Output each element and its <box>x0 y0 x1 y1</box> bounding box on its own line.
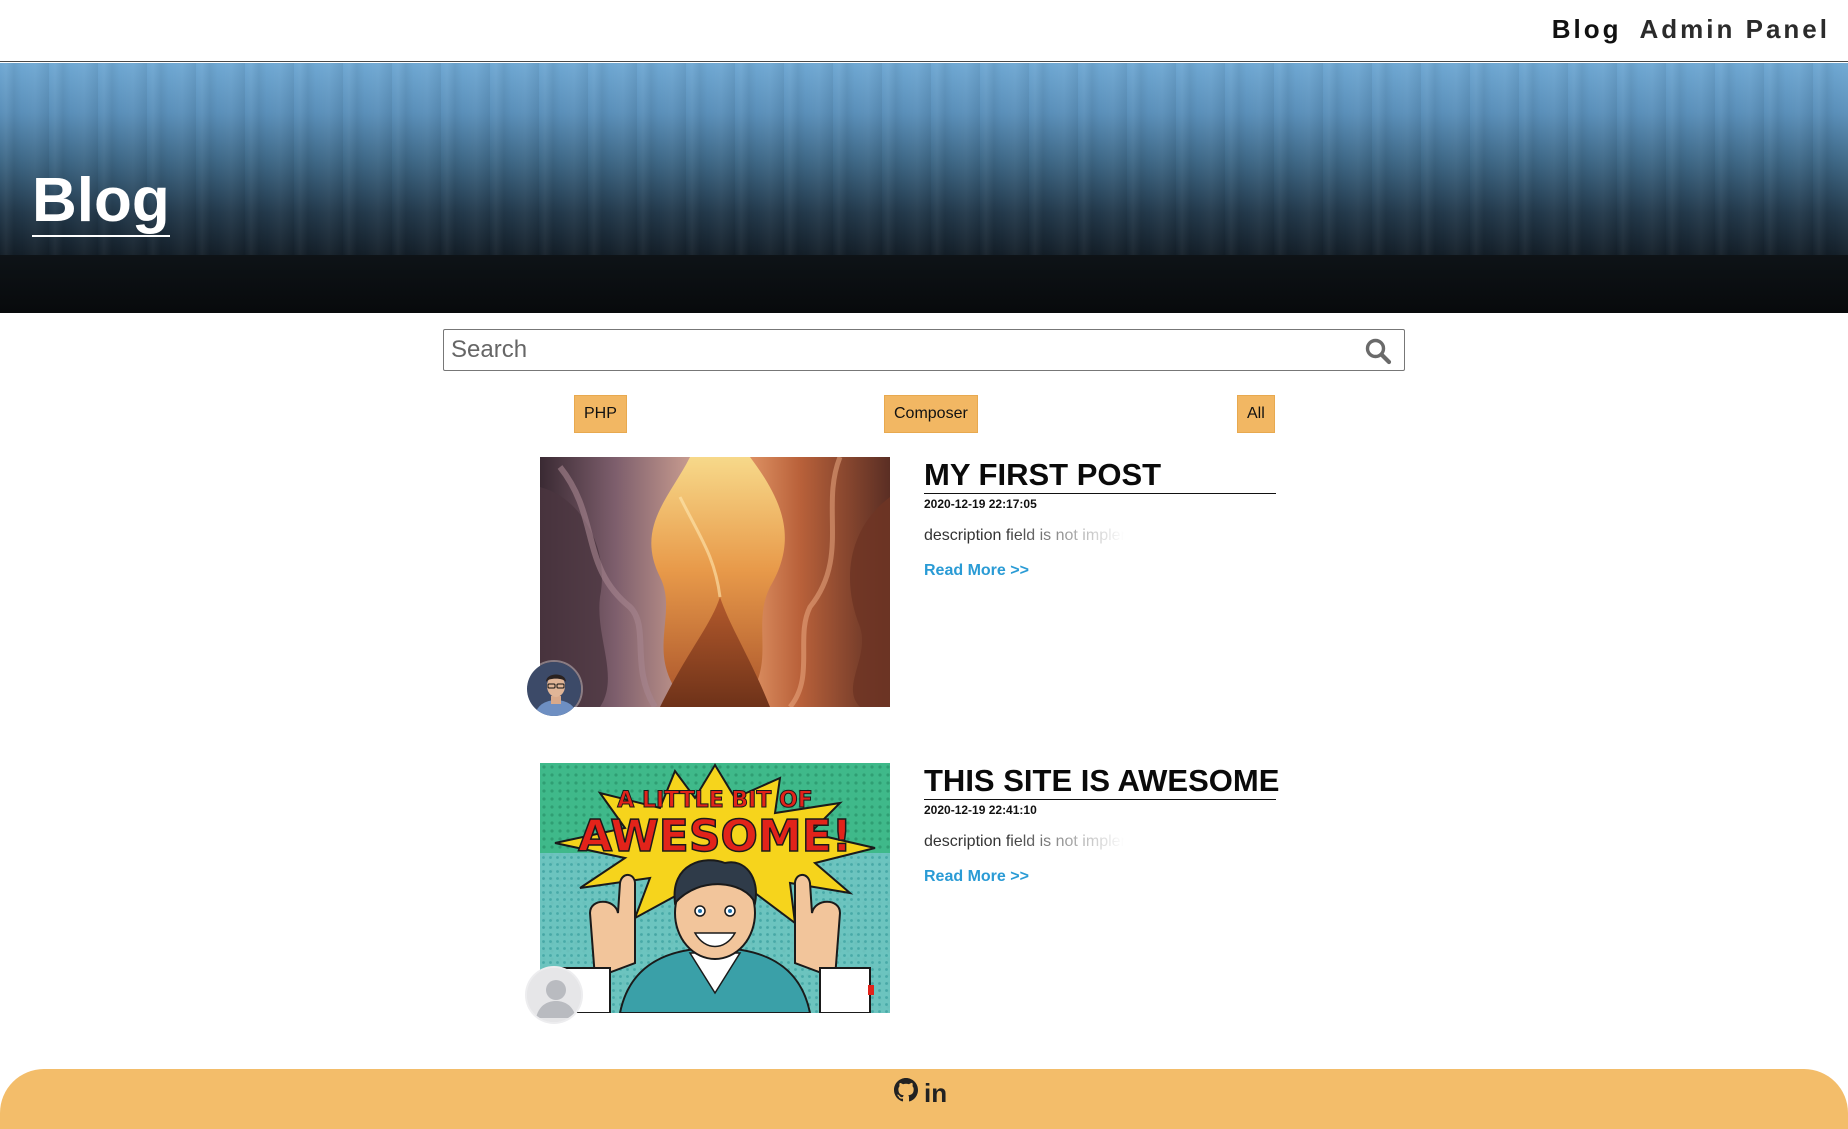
read-more-link[interactable]: Read More >> <box>924 868 1029 886</box>
search-input[interactable] <box>444 330 1344 370</box>
comic-text-line2: AWESOME! <box>578 811 852 862</box>
hero-background-bottom <box>0 255 1848 313</box>
github-icon[interactable] <box>894 1078 918 1107</box>
author-avatar[interactable] <box>525 966 583 1024</box>
nav-links: Blog Admin Panel <box>1552 14 1830 45</box>
social-links: in <box>894 1078 947 1107</box>
comic-text-line1: A LITTLE BIT OF <box>617 788 812 813</box>
post-date: 2020-12-19 22:41:10 <box>924 803 1037 817</box>
read-more-link[interactable]: Read More >> <box>924 562 1029 580</box>
nav-link-admin-panel[interactable]: Admin Panel <box>1640 14 1830 45</box>
default-user-avatar-icon <box>527 968 581 1022</box>
hero-banner: Blog <box>0 63 1848 313</box>
post-title[interactable]: MY FIRST POST <box>924 457 1276 494</box>
nav-link-blog[interactable]: Blog <box>1552 14 1622 45</box>
search-icon[interactable] <box>1364 337 1392 365</box>
post-image-canyon[interactable] <box>540 457 890 707</box>
canyon-image <box>540 457 890 707</box>
category-button-php[interactable]: PHP <box>574 395 627 433</box>
footer: in <box>0 1069 1848 1129</box>
category-button-composer[interactable]: Composer <box>884 395 978 433</box>
post-title[interactable]: THIS SITE IS AWESOME <box>924 763 1279 800</box>
author-avatar[interactable] <box>525 660 583 718</box>
comic-awesome-image: A LITTLE BIT OF AWESOME! <box>540 763 890 1013</box>
post-description: description field is not implemented yet <box>924 527 1124 544</box>
linkedin-icon[interactable]: in <box>924 1080 947 1106</box>
post-description: description field is not implemented yet <box>924 833 1124 850</box>
post-image-comic[interactable]: A LITTLE BIT OF AWESOME! <box>540 763 890 1013</box>
category-button-all[interactable]: All <box>1237 395 1275 433</box>
author-photo-icon <box>527 662 581 716</box>
search-bar <box>443 329 1405 371</box>
top-navbar: Blog Admin Panel <box>0 0 1848 62</box>
post-date: 2020-12-19 22:17:05 <box>924 497 1037 511</box>
hero-title[interactable]: Blog <box>32 166 170 238</box>
